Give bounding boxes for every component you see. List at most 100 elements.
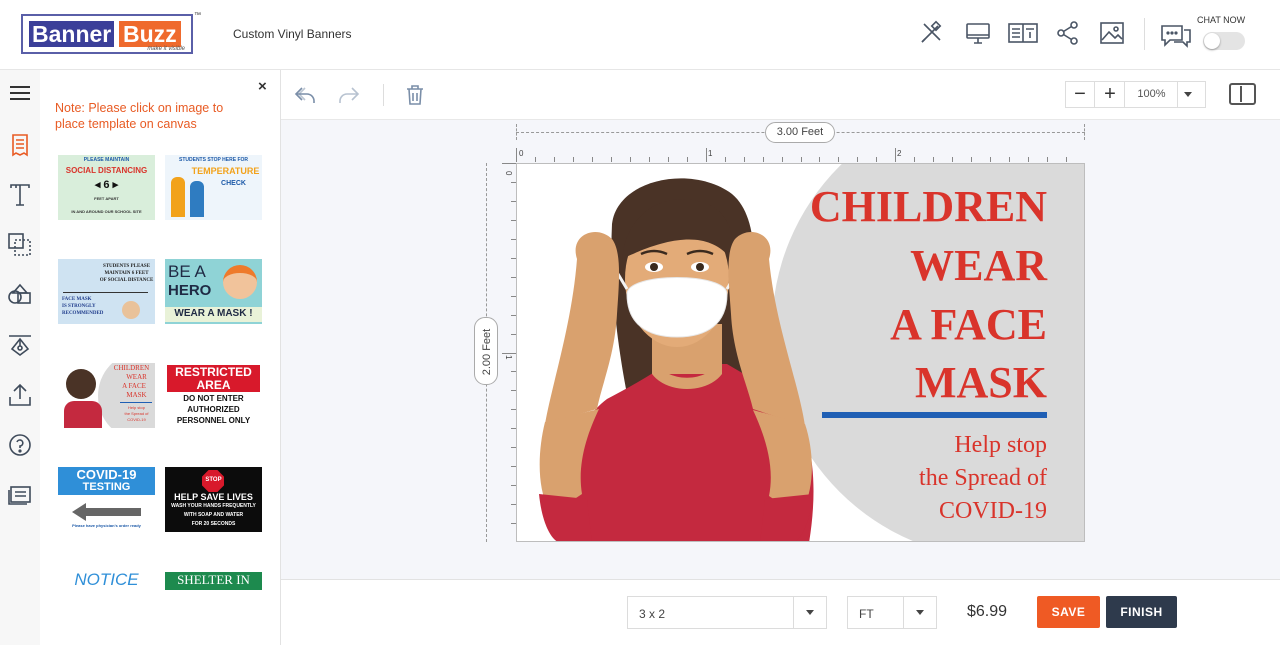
chat-icon[interactable] (1160, 22, 1192, 48)
left-pupil (650, 263, 658, 271)
undo-icon[interactable] (293, 83, 317, 107)
chat-toggle-knob (1204, 33, 1220, 49)
template-line: SHELTER IN (177, 572, 250, 587)
redo-icon[interactable] (337, 83, 361, 107)
width-label: 3.00 Feet (765, 122, 835, 143)
app-header: Banner Buzz make it visible ™ Custom Vin… (0, 0, 1280, 70)
blue-divider (822, 412, 1047, 418)
headline-line: A FACE (890, 300, 1047, 349)
template-face (122, 301, 140, 319)
bannerbuzz-logo[interactable]: Banner Buzz make it visible (21, 14, 193, 54)
shapes-tool-icon[interactable] (6, 281, 34, 309)
close-panel-button[interactable]: × (258, 78, 267, 95)
template-social-distancing[interactable]: PLEASE MAINTAIN SOCIAL DISTANCING ◂ 6 ▸ … (58, 155, 155, 220)
headline-line: WEAR (910, 241, 1048, 290)
trash-icon[interactable] (403, 83, 427, 107)
split-panel-icon[interactable] (1229, 83, 1256, 105)
template-line: OF SOCIAL DISTANCE (99, 278, 154, 283)
template-line: STUDENTS PLEASE (102, 264, 151, 269)
zoom-out-button[interactable]: − (1066, 82, 1095, 107)
design-tools-icon[interactable] (918, 20, 944, 46)
size-select[interactable]: 3 x 2 (627, 596, 827, 629)
template-arrow (72, 503, 86, 521)
left-sleeve (539, 494, 592, 541)
image-preview-icon[interactable] (1099, 20, 1125, 46)
template-face (223, 265, 257, 299)
left-ruler: 0 1 (502, 163, 516, 524)
product-title: Custom Vinyl Banners (233, 27, 352, 41)
template-covid-testing[interactable]: COVID-19 TESTING Please have physician's… (58, 467, 155, 532)
template-line: STUDENTS STOP HERE FOR (179, 157, 248, 163)
template-shirt (64, 401, 102, 428)
headline-line: CHILDREN (810, 182, 1047, 231)
template-restricted-area[interactable]: RESTRICTED AREA DO NOT ENTER AUTHORIZED … (165, 363, 262, 428)
toolbar-divider (383, 84, 384, 106)
width-dimension-tick (1084, 124, 1085, 140)
template-line: BE A (168, 262, 206, 281)
menu-icon[interactable] (6, 79, 34, 107)
save-button[interactable]: SAVE (1037, 596, 1100, 628)
chevron-down-icon[interactable] (793, 597, 826, 628)
right-pupil (696, 263, 704, 271)
logo-buzz-word: Buzz (119, 21, 181, 47)
template-line: RECOMMENDED (62, 311, 104, 316)
height-label: 2.00 Feet (481, 328, 493, 376)
template-line: WEAR (126, 373, 147, 381)
zoom-dropdown-icon[interactable] (1184, 92, 1192, 97)
finish-button[interactable]: FINISH (1106, 596, 1177, 628)
template-temperature-check[interactable]: STUDENTS STOP HERE FOR TEMPERATURE CHECK (165, 155, 262, 220)
banner-canvas[interactable]: CHILDREN WEAR A FACE MASK Help stop the … (516, 163, 1085, 542)
zoom-in-button[interactable]: + (1096, 82, 1125, 107)
panel-note: Note: Please click on image to place tem… (55, 101, 224, 131)
template-rule (120, 402, 152, 403)
logo-trademark: ™ (194, 12, 201, 19)
background-tool-icon[interactable] (6, 231, 34, 259)
notes-icon[interactable] (6, 481, 34, 509)
template-line: COVID-19 (76, 467, 137, 482)
template-line: the Spread of (124, 411, 149, 416)
template-line: A FACE (122, 382, 146, 390)
templates-panel: × Note: Please click on image to place t… (40, 70, 281, 645)
upload-icon[interactable] (6, 381, 34, 409)
logo-banner-word: Banner (29, 21, 115, 47)
desktop-preview-icon[interactable] (965, 20, 991, 46)
template-shelter-in-place[interactable]: SHELTER IN (165, 572, 262, 590)
banner-artwork[interactable]: CHILDREN WEAR A FACE MASK Help stop the … (517, 164, 1085, 542)
ruler-label: 0 (519, 149, 524, 158)
template-students-distance[interactable]: STUDENTS PLEASE MAINTAIN 6 FEET OF SOCIA… (58, 259, 155, 324)
price-label: $6.99 (967, 603, 1008, 620)
chat-toggle[interactable] (1203, 32, 1245, 50)
left-hand (545, 231, 620, 424)
unit-select[interactable]: FT (847, 596, 937, 629)
template-be-a-hero[interactable]: BE A HERO WEAR A MASK ! (165, 259, 262, 324)
template-line: TESTING (82, 481, 131, 493)
template-line: WITH SOAP AND WATER (183, 512, 244, 518)
help-icon[interactable] (6, 431, 34, 459)
header-divider (1144, 18, 1145, 50)
template-line: AREA (196, 378, 231, 392)
template-line: MAINTAIN 6 FEET (104, 271, 149, 276)
chevron-down-icon[interactable] (903, 597, 936, 628)
zoom-level[interactable]: 100% (1126, 82, 1178, 107)
template-line: SOCIAL DISTANCING (65, 166, 148, 175)
template-line: FEET APART (94, 196, 119, 201)
template-line: MASK (126, 391, 147, 399)
guide-book-icon[interactable] (1008, 20, 1038, 46)
template-line: PERSONNEL ONLY (176, 416, 251, 425)
template-help-save-lives[interactable]: STOP HELP SAVE LIVES WASH YOUR HANDS FRE… (165, 467, 262, 532)
text-tool-icon[interactable] (6, 181, 34, 209)
share-icon[interactable] (1055, 20, 1081, 46)
template-line: HELP SAVE LIVES (174, 492, 253, 502)
headline-line: MASK (915, 358, 1047, 407)
templates-icon[interactable] (6, 131, 34, 159)
logo-tagline: make it visible (147, 46, 185, 52)
template-line: COVID-19 (127, 417, 146, 422)
template-line: HERO (168, 282, 212, 299)
subtext-line: the Spread of (919, 465, 1047, 491)
clipart-tool-icon[interactable] (6, 331, 34, 359)
template-notice[interactable]: NOTICE (58, 571, 155, 591)
template-line: CHILDREN (113, 364, 150, 372)
template-figure (171, 177, 185, 217)
template-line: WEAR A MASK ! (174, 308, 253, 319)
template-children-face-mask[interactable]: CHILDREN WEAR A FACE MASK Help stop the … (58, 363, 155, 428)
